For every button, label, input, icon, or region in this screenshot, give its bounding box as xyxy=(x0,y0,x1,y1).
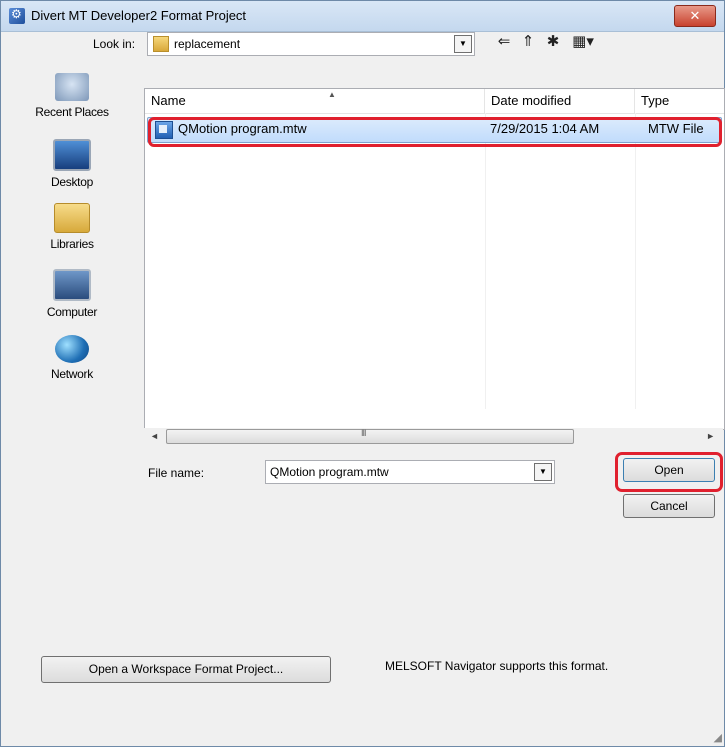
network-icon xyxy=(55,335,89,363)
format-support-note: MELSOFT Navigator supports this format. xyxy=(385,659,609,673)
column-header-date[interactable]: Date modified xyxy=(485,89,635,113)
recent-places-icon xyxy=(55,73,89,101)
cancel-button[interactable]: Cancel xyxy=(623,494,715,518)
chevron-down-icon[interactable]: ▼ xyxy=(534,463,552,481)
close-button[interactable]: ✕ xyxy=(674,5,716,27)
open-workspace-button[interactable]: Open a Workspace Format Project... xyxy=(41,656,331,683)
look-in-label: Look in: xyxy=(93,37,136,51)
computer-icon xyxy=(53,269,91,301)
file-name-label: File name: xyxy=(148,466,205,480)
scroll-right-icon[interactable]: ► xyxy=(706,431,715,441)
place-libraries[interactable]: Libraries xyxy=(15,197,129,261)
place-label: Recent Places xyxy=(35,105,109,119)
libraries-icon xyxy=(54,203,90,233)
up-folder-icon[interactable]: ⇑ xyxy=(517,32,539,52)
back-arrow-icon[interactable]: ⇐ xyxy=(493,32,515,52)
column-divider xyxy=(635,113,636,409)
view-menu-icon[interactable]: ▦▾ xyxy=(569,32,597,52)
desktop-icon xyxy=(53,139,91,171)
column-header-name[interactable]: Name ▲ xyxy=(145,89,485,113)
scroll-left-icon[interactable]: ◄ xyxy=(150,431,159,441)
file-name-input[interactable]: QMotion program.mtw ▼ xyxy=(265,460,555,484)
places-bar: Recent Places Desktop Libraries Computer… xyxy=(15,67,129,427)
column-header-type[interactable]: Type xyxy=(635,89,724,113)
header-divider xyxy=(145,113,724,114)
place-label: Desktop xyxy=(51,175,93,189)
column-label: Name xyxy=(151,93,186,108)
file-row-highlight xyxy=(148,117,722,147)
place-network[interactable]: Network xyxy=(15,329,129,393)
resize-grip-icon[interactable]: ◢ xyxy=(714,731,722,744)
window-title: Divert MT Developer2 Format Project xyxy=(31,8,247,23)
look-in-value: replacement xyxy=(174,37,241,51)
sort-ascending-icon: ▲ xyxy=(328,90,336,99)
scroll-thumb[interactable]: III xyxy=(166,428,574,444)
place-desktop[interactable]: Desktop xyxy=(15,133,129,197)
place-label: Computer xyxy=(46,305,98,319)
place-label: Network xyxy=(51,367,93,381)
app-gear-icon xyxy=(9,7,25,24)
look-in-dropdown[interactable]: replacement ▼ xyxy=(147,32,475,56)
file-name-value: QMotion program.mtw xyxy=(270,465,389,479)
scroll-grip: III xyxy=(361,428,366,438)
title-bar: Divert MT Developer2 Format Project ✕ xyxy=(1,1,724,32)
chevron-down-icon[interactable]: ▼ xyxy=(454,35,472,53)
place-computer[interactable]: Computer xyxy=(15,263,129,327)
new-folder-icon[interactable]: ✱ xyxy=(542,32,564,52)
horizontal-scrollbar[interactable]: ◄ III ► xyxy=(144,428,723,445)
open-button-highlight xyxy=(615,452,723,492)
open-project-dialog: Divert MT Developer2 Format Project ✕ Lo… xyxy=(0,0,725,747)
folder-icon xyxy=(153,36,169,52)
column-divider xyxy=(485,113,486,409)
place-label: Libraries xyxy=(50,237,94,251)
place-recent-places[interactable]: Recent Places xyxy=(15,67,129,131)
